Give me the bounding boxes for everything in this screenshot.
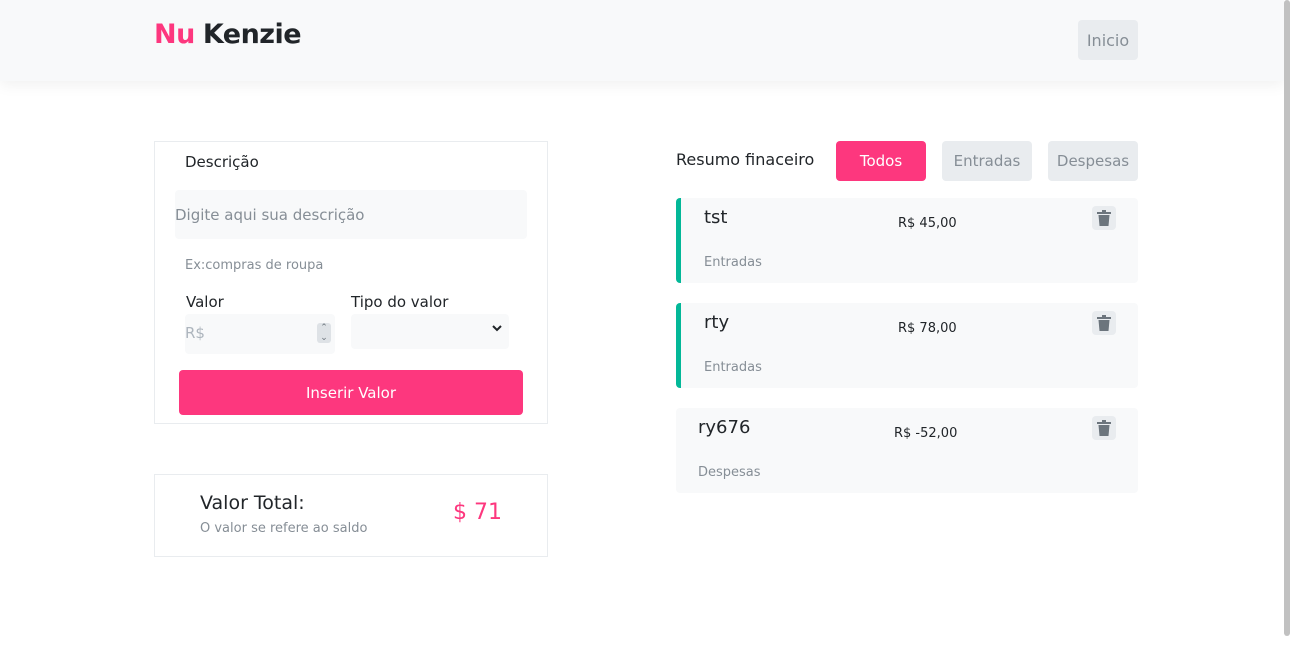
- tipo-select[interactable]: [351, 314, 509, 349]
- logo-nu: Nu: [154, 19, 195, 50]
- entry-type: Entradas: [704, 360, 762, 375]
- list-item: ry676 R$ -52,00 Despesas: [676, 408, 1138, 493]
- logo-kenzie: Kenzie: [202, 19, 302, 50]
- entry-name: ry676: [698, 417, 751, 438]
- filter-todos-button[interactable]: Todos: [836, 141, 926, 181]
- inicio-button[interactable]: Inicio: [1078, 20, 1138, 60]
- trash-icon[interactable]: [1092, 206, 1116, 230]
- trash-icon[interactable]: [1092, 311, 1116, 335]
- total-subtitle: O valor se refere ao saldo: [200, 521, 368, 536]
- list-item: rty R$ 78,00 Entradas: [676, 303, 1138, 388]
- entry-type: Entradas: [704, 255, 762, 270]
- scrollbar-thumb[interactable]: [1284, 0, 1290, 636]
- top-header: Nu Kenzie Inicio: [0, 0, 1284, 81]
- resumo-title: Resumo finaceiro: [676, 150, 815, 169]
- valor-placeholder: R$: [185, 324, 205, 342]
- entry-type: Despesas: [698, 465, 761, 480]
- total-title: Valor Total:: [200, 492, 305, 514]
- filter-despesas-button[interactable]: Despesas: [1048, 141, 1138, 181]
- tipo-label: Tipo do valor: [351, 293, 449, 311]
- entry-value: R$ 45,00: [898, 216, 957, 231]
- number-spinner-icon[interactable]: ⌃ ⌄: [317, 323, 331, 343]
- valor-label: Valor: [186, 293, 224, 311]
- entry-form: Descrição Ex:compras de roupa Valor Tipo…: [154, 141, 548, 424]
- total-amount: $ 71: [453, 500, 502, 525]
- trash-icon[interactable]: [1092, 416, 1116, 440]
- list-item: tst R$ 45,00 Entradas: [676, 198, 1138, 283]
- valor-input[interactable]: R$ ⌃ ⌄: [185, 314, 335, 354]
- total-card: Valor Total: O valor se refere ao saldo …: [154, 474, 548, 557]
- filter-entradas-button[interactable]: Entradas: [942, 141, 1032, 181]
- inserir-valor-button[interactable]: Inserir Valor: [179, 370, 523, 415]
- entry-name: tst: [704, 207, 728, 228]
- entry-value: R$ -52,00: [894, 426, 958, 441]
- scrollbar-track[interactable]: [1284, 0, 1290, 653]
- entry-value: R$ 78,00: [898, 321, 957, 336]
- chevron-down-icon: [491, 322, 503, 338]
- descricao-hint: Ex:compras de roupa: [185, 258, 324, 273]
- descricao-label: Descrição: [185, 153, 259, 171]
- logo: Nu Kenzie: [154, 19, 302, 50]
- descricao-input[interactable]: [175, 190, 527, 239]
- entry-name: rty: [704, 312, 730, 333]
